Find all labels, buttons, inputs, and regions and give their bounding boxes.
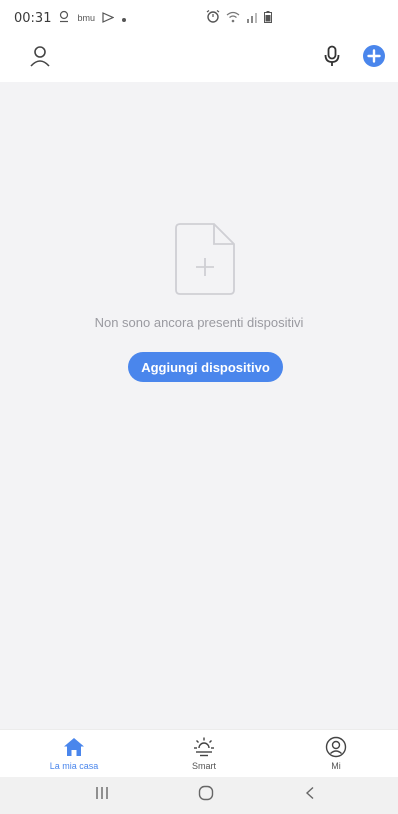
add-circle-icon (362, 44, 386, 73)
tab-smart[interactable]: Smart (164, 730, 244, 778)
bottom-tab-bar: La mia casa Smart Mi (0, 729, 398, 777)
tab-smart-label: Smart (191, 761, 216, 771)
voice-button[interactable] (321, 44, 343, 72)
play-store-icon (102, 11, 115, 26)
notification-mini-label: bmu (77, 13, 95, 23)
home-icon (62, 736, 86, 758)
add-device-button[interactable]: Aggiungi dispositivo (128, 352, 283, 382)
status-bar: 00:31 bmu (0, 0, 398, 36)
user-circle-icon (324, 736, 348, 758)
recents-button[interactable] (82, 783, 122, 807)
empty-file-icon (174, 222, 236, 296)
back-icon (304, 786, 316, 805)
tab-home-label: La mia casa (49, 761, 99, 771)
signal-icon (246, 11, 258, 26)
add-button[interactable] (362, 44, 386, 73)
tab-me-label: Mi (331, 761, 341, 771)
alarm-icon (206, 10, 220, 26)
location-icon (58, 10, 70, 26)
microphone-icon (324, 45, 340, 72)
status-right (206, 10, 272, 26)
dot-icon (121, 11, 127, 26)
profile-button[interactable] (26, 44, 54, 72)
tab-me[interactable]: Mi (296, 730, 376, 778)
home-nav-button[interactable] (186, 783, 226, 807)
status-time: 00:31 (14, 10, 52, 26)
wifi-icon (226, 11, 240, 26)
sun-icon (192, 736, 216, 758)
battery-icon (264, 10, 272, 26)
profile-icon (28, 44, 52, 73)
system-nav-bar (0, 777, 398, 814)
tab-home[interactable]: La mia casa (34, 730, 114, 778)
status-left: 00:31 bmu (14, 10, 127, 26)
recents-icon (94, 786, 110, 805)
back-button[interactable] (290, 783, 330, 807)
empty-state-message: Non sono ancora presenti dispositivi (94, 315, 304, 330)
home-nav-icon (198, 785, 214, 806)
app-header (0, 36, 398, 82)
